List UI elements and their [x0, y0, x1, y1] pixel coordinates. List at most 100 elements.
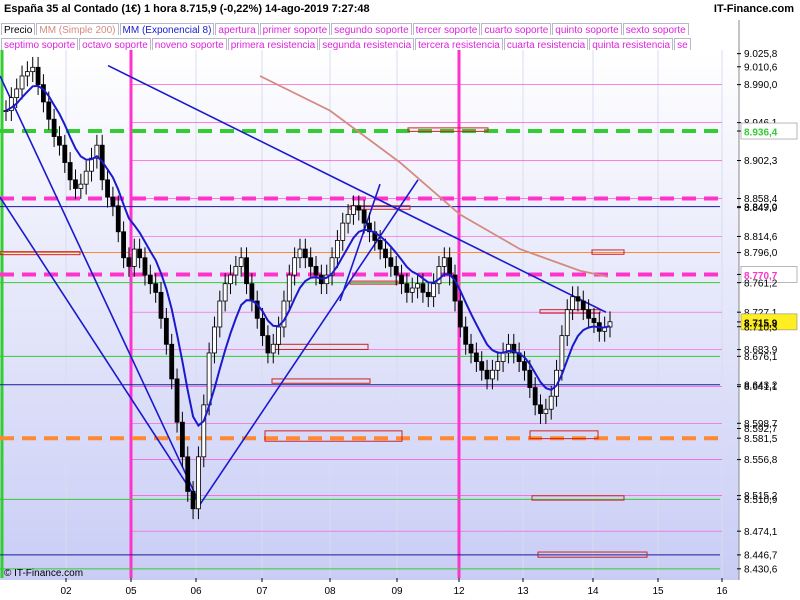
- y-tick-label: 8.556,8: [744, 455, 778, 466]
- candle-body: [361, 209, 367, 224]
- legend-item[interactable]: noveno soporte: [151, 38, 227, 50]
- legend-item[interactable]: cuarta resistencia: [503, 38, 589, 50]
- candle-body: [201, 404, 207, 458]
- candle-body: [233, 265, 239, 276]
- legend-item[interactable]: Precio: [1, 23, 36, 35]
- legend-item[interactable]: MM (Exponencial 8): [119, 23, 215, 35]
- candle-body: [522, 361, 527, 371]
- y-tick-label: 8.936,4: [744, 128, 778, 139]
- candle-body: [19, 75, 25, 90]
- y-tick-label: 8.990,0: [744, 80, 778, 91]
- legend-item[interactable]: quinto soporte: [552, 23, 622, 35]
- legend-item[interactable]: tercera resistencia: [415, 38, 503, 50]
- x-tick-label: 06: [190, 586, 202, 597]
- copyright-label: © IT-Finance.com: [4, 568, 84, 579]
- candle-body: [212, 326, 217, 354]
- candle-body: [41, 84, 46, 103]
- y-tick-label: 8.430,6: [744, 564, 778, 575]
- candle-body: [163, 317, 169, 345]
- candle-body: [495, 361, 501, 371]
- legend-item[interactable]: se: [674, 38, 691, 50]
- candle-body: [388, 257, 394, 267]
- legend-row-2: septimo soporte octavo soporte noveno sopo…: [0, 35, 800, 50]
- candle-body: [185, 456, 191, 492]
- candle-body: [153, 283, 159, 293]
- y-tick-label: 8.761,2: [744, 278, 778, 289]
- legend-item[interactable]: sexto soporte: [622, 23, 689, 35]
- candle-body: [169, 343, 175, 380]
- candle-body: [580, 300, 586, 311]
- y-tick-label: 8.814,6: [744, 232, 778, 243]
- candle-body: [190, 491, 196, 510]
- candle-body: [399, 274, 404, 285]
- candle-body: [457, 300, 463, 328]
- y-tick-label: 8.581,5: [744, 434, 778, 445]
- y-tick-label: 8.474,1: [744, 527, 778, 538]
- candle-body: [238, 257, 244, 267]
- candle-body: [158, 291, 164, 319]
- chart-header: España 35 al Contado (1€) 1 hora 8.715,9…: [0, 0, 800, 19]
- candle-body: [570, 296, 575, 311]
- y-tick-label: 8.796,0: [744, 248, 778, 259]
- legend-item[interactable]: septimo soporte: [1, 38, 79, 50]
- y-tick-label: 9.010,6: [744, 62, 778, 73]
- candle-body: [591, 317, 597, 324]
- x-tick-label: 15: [652, 586, 664, 597]
- candle-body: [217, 300, 223, 328]
- candle-body: [490, 369, 495, 380]
- legend-item[interactable]: cuarto soporte: [481, 23, 552, 35]
- candle-body: [527, 369, 533, 388]
- candle-body: [532, 387, 538, 406]
- candle-body: [356, 205, 362, 211]
- candle-body: [425, 291, 431, 298]
- candle-body: [351, 205, 356, 215]
- candle-body: [500, 352, 506, 363]
- candle-body: [35, 66, 41, 86]
- candle-body: [57, 136, 62, 146]
- candle-body: [179, 421, 185, 458]
- legend-item[interactable]: octavo soporte: [79, 38, 151, 50]
- legend-row-1: Precio MM (Simple 200) MM (Exponencial 8) a…: [0, 20, 800, 35]
- candle-body: [67, 162, 73, 181]
- price-chart: 9.025,89.010,68.990,08.946,18.936,48.902…: [0, 20, 800, 597]
- legend-item[interactable]: tercer soporte: [412, 23, 481, 35]
- candle-body: [308, 257, 314, 267]
- candle-body: [484, 369, 490, 380]
- y-tick-label: 8.710,3: [744, 322, 778, 333]
- x-tick-label: 07: [256, 586, 268, 597]
- legend-item[interactable]: quinta resistencia: [589, 38, 674, 50]
- x-tick-label: 09: [391, 586, 403, 597]
- candle-body: [292, 257, 298, 276]
- candle-body: [270, 343, 276, 354]
- candle-body: [244, 257, 249, 285]
- candle-body: [404, 283, 410, 293]
- candle-body: [174, 378, 180, 423]
- candle-body: [206, 352, 212, 406]
- candle-body: [137, 248, 143, 259]
- y-tick-label: 8.510,9: [744, 495, 778, 506]
- legend-item[interactable]: primer soporte: [259, 23, 331, 35]
- legend-item[interactable]: apertura: [215, 23, 259, 35]
- candle-body: [249, 283, 255, 302]
- chart-title: España 35 al Contado (1€) 1 hora 8.715,9…: [4, 3, 370, 15]
- candle-body: [431, 283, 437, 298]
- candle-body: [222, 283, 228, 302]
- candle-body: [409, 287, 415, 293]
- candle-body: [586, 309, 592, 319]
- candle-body: [115, 205, 121, 233]
- candle-body: [131, 248, 137, 267]
- legend-item[interactable]: segunda resistencia: [319, 38, 415, 50]
- candle-body: [83, 170, 89, 185]
- candle-body: [377, 240, 383, 250]
- y-tick-label: 8.902,3: [744, 156, 778, 167]
- legend-item[interactable]: segundo soporte: [331, 23, 412, 35]
- candle-body: [142, 257, 148, 276]
- candle-body: [441, 257, 447, 267]
- legend-item[interactable]: primera resistencia: [227, 38, 319, 50]
- x-tick-label: 12: [453, 586, 465, 597]
- y-tick-label: 8.446,7: [744, 550, 778, 561]
- y-tick-label: 8.676,1: [744, 352, 778, 363]
- legend-item[interactable]: MM (Simple 200): [36, 23, 119, 35]
- x-tick-label: 02: [60, 586, 72, 597]
- candle-body: [297, 248, 303, 259]
